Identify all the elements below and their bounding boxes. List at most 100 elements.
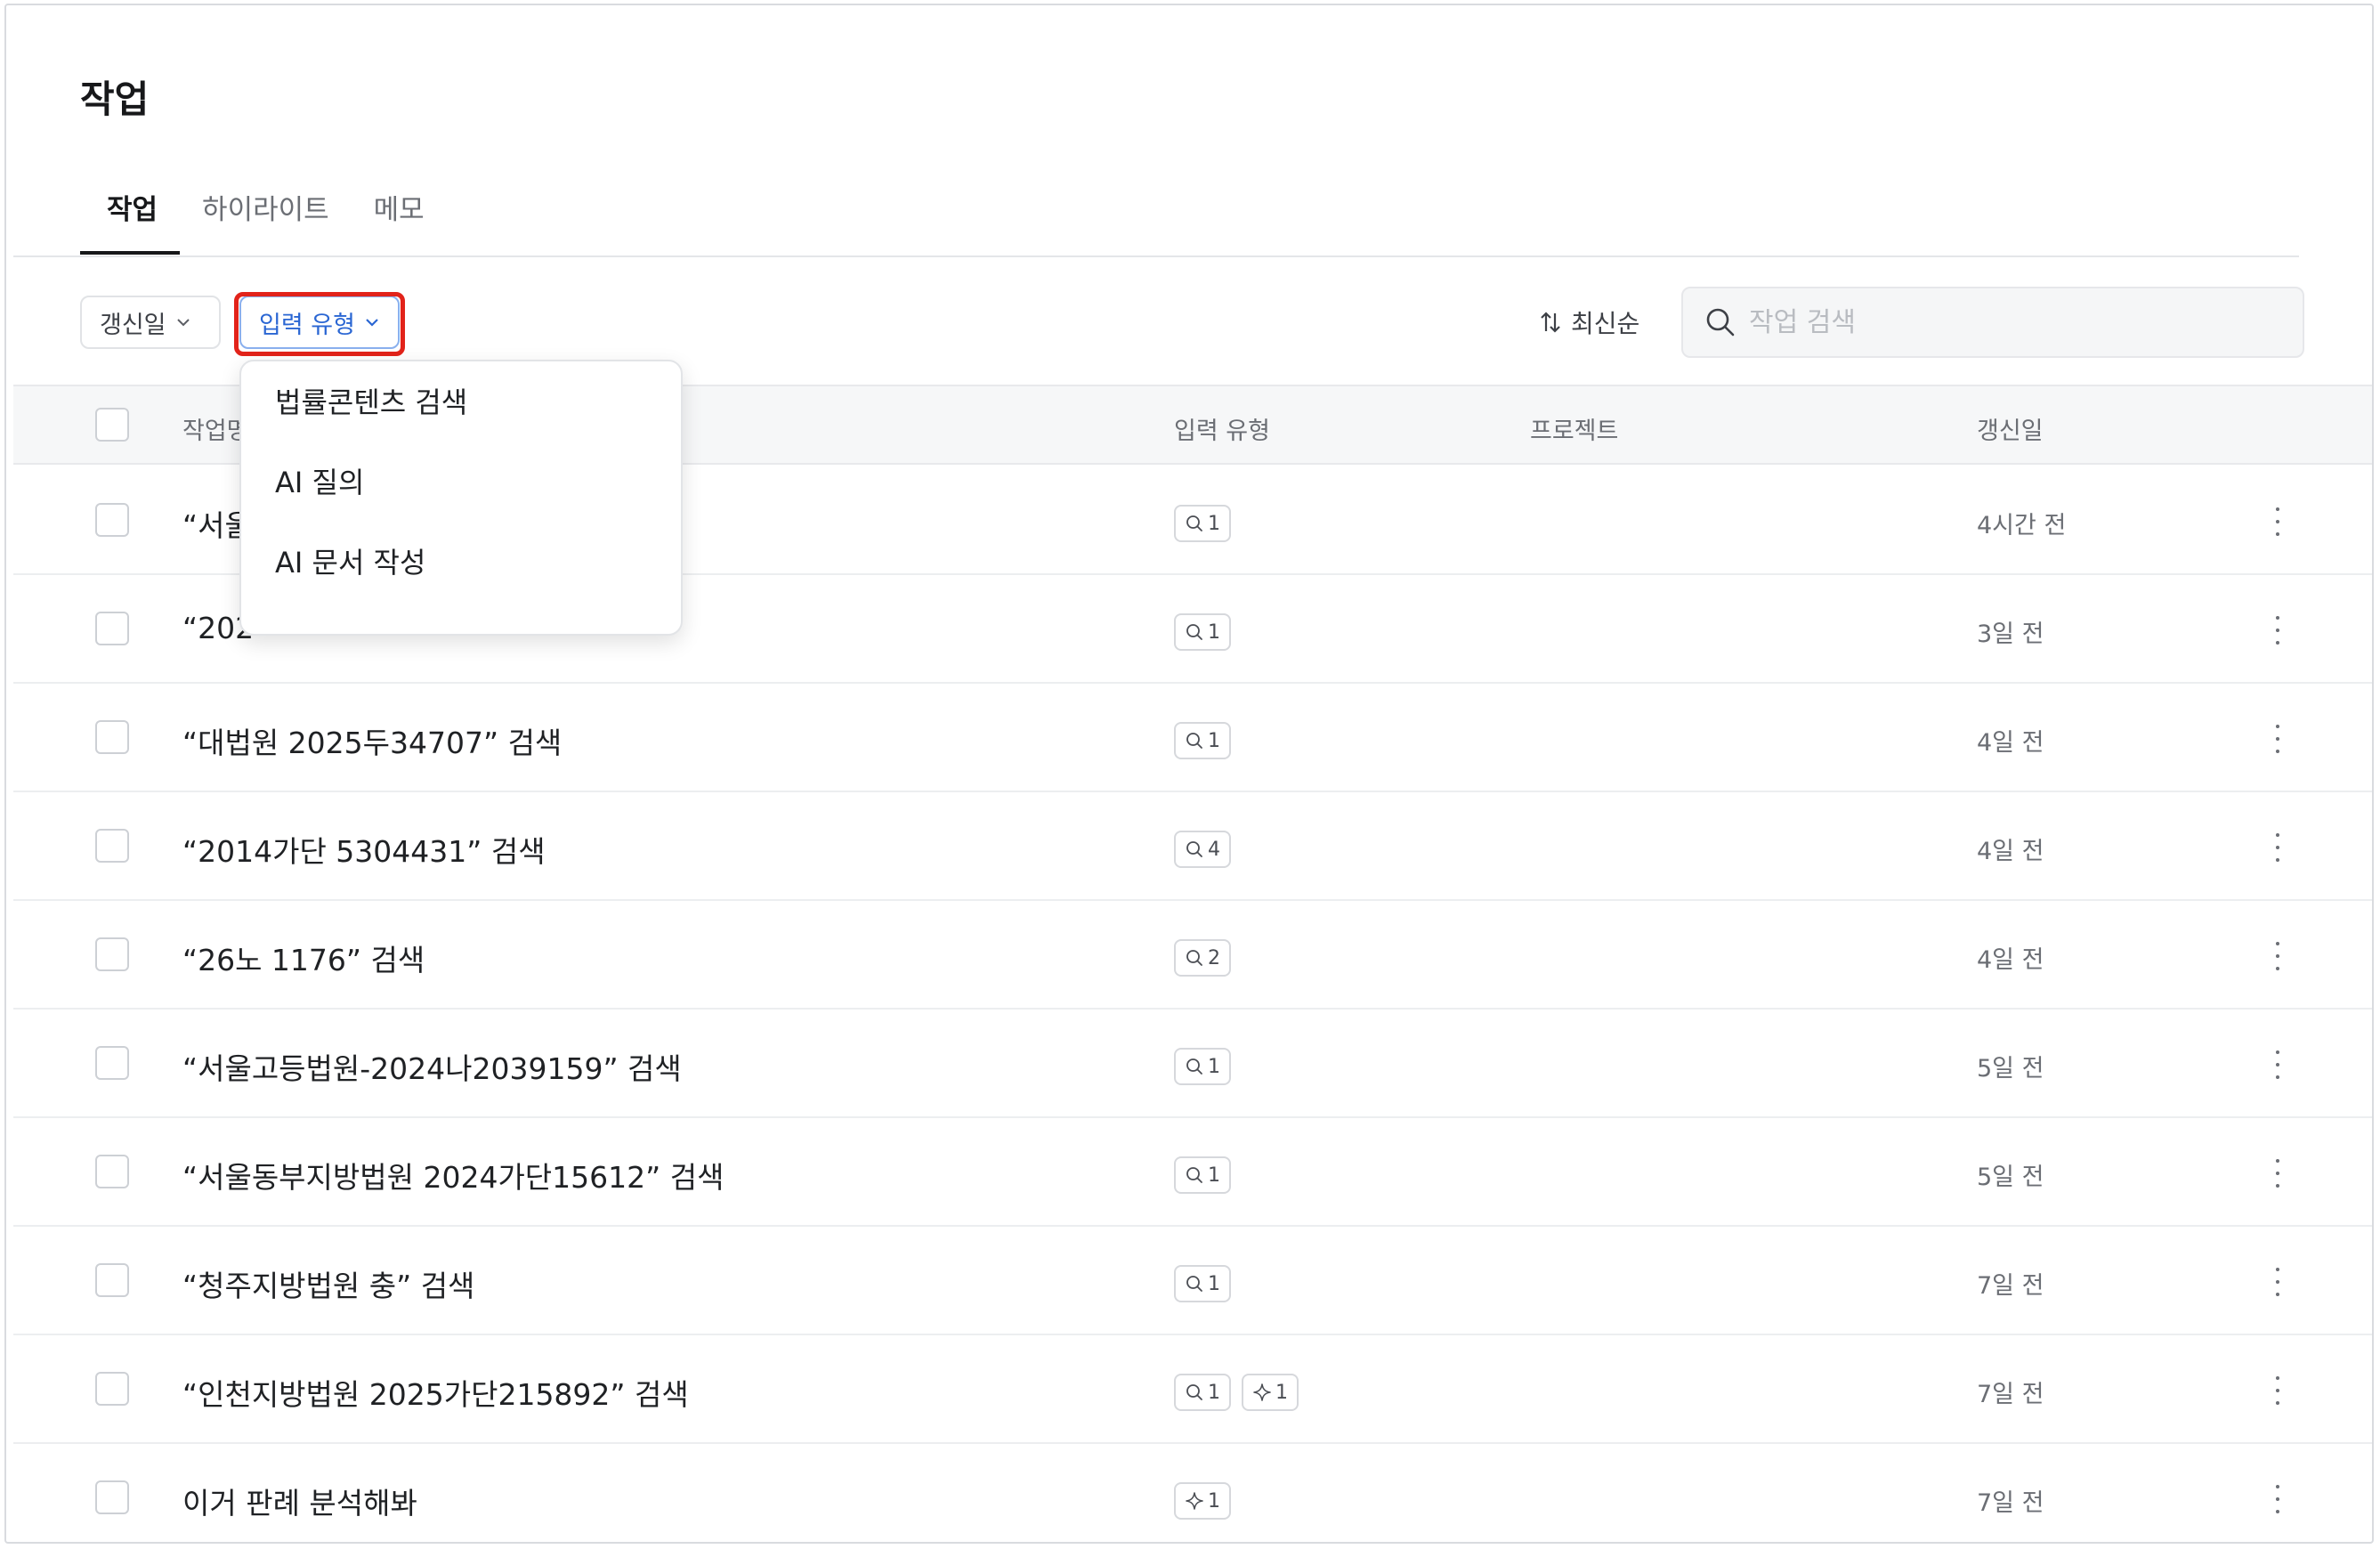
- search-icon: [1185, 622, 1204, 642]
- search-input[interactable]: [1749, 306, 2247, 338]
- tag-count: 1: [1208, 729, 1220, 752]
- updated-date: 4일 전: [1977, 729, 2044, 757]
- more-options-icon[interactable]: [2269, 1268, 2287, 1296]
- sort-button[interactable]: 최신순: [1539, 303, 1639, 342]
- tab-bar: 작업 하이라이트 메모: [80, 183, 447, 255]
- row-checkbox[interactable]: [95, 1046, 129, 1080]
- more-options-icon[interactable]: [2269, 833, 2287, 862]
- table-row[interactable]: “청주지방법원 충” 검색 1 7일 전: [13, 1227, 2372, 1335]
- dropdown-item-ai-query[interactable]: AI 질의: [241, 465, 681, 545]
- more-options-icon[interactable]: [2269, 507, 2287, 536]
- chevron-down-icon: [366, 319, 378, 327]
- search-icon: [1185, 1057, 1204, 1076]
- table-row[interactable]: “대법원 2025두34707” 검색 1 4일 전: [13, 684, 2372, 792]
- input-type-tag: 1: [1174, 613, 1231, 651]
- tab-memos[interactable]: 메모: [352, 183, 447, 255]
- table-row[interactable]: 이거 판례 분석해봐 1 7일 전: [13, 1444, 2372, 1542]
- input-type-tag: 1: [1174, 1156, 1231, 1194]
- updated-date: 4시간 전: [1977, 512, 2067, 539]
- dropdown-item-legal-search[interactable]: 법률콘텐츠 검색: [241, 385, 681, 465]
- row-checkbox[interactable]: [95, 1372, 129, 1406]
- row-checkbox[interactable]: [95, 1263, 129, 1297]
- row-checkbox[interactable]: [95, 720, 129, 754]
- more-options-icon[interactable]: [2269, 1050, 2287, 1079]
- input-type-tags: 11: [1174, 1374, 1299, 1411]
- more-options-icon[interactable]: [2269, 725, 2287, 753]
- input-type-tag: 1: [1174, 722, 1231, 759]
- table-row[interactable]: “서울동부지방법원 2024가단15612” 검색 1 5일 전: [13, 1118, 2372, 1227]
- search-icon: [1185, 731, 1204, 750]
- more-options-icon[interactable]: [2269, 1485, 2287, 1513]
- input-type-tags: 2: [1174, 939, 1231, 977]
- tab-highlights[interactable]: 하이라이트: [180, 183, 352, 255]
- input-type-dropdown: 법률콘텐츠 검색 AI 질의 AI 문서 작성: [239, 360, 683, 636]
- sparkle-icon: [1252, 1383, 1272, 1402]
- tag-count: 1: [1275, 1381, 1288, 1404]
- task-title[interactable]: “서울동부지방법원 2024가단15612” 검색: [182, 1154, 724, 1196]
- task-title[interactable]: “2014가단 5304431” 검색: [182, 828, 546, 871]
- tag-count: 1: [1208, 620, 1220, 644]
- table-row[interactable]: “26노 1176” 검색 2 4일 전: [13, 901, 2372, 1010]
- tag-count: 1: [1208, 1489, 1220, 1513]
- task-title[interactable]: “청주지방법원 충” 검색: [182, 1262, 474, 1305]
- tag-count: 1: [1208, 1381, 1220, 1404]
- table-row[interactable]: “2014가단 5304431” 검색 4 4일 전: [13, 792, 2372, 901]
- task-title[interactable]: “서울고등법원-2024나2039159” 검색: [182, 1045, 682, 1088]
- row-checkbox[interactable]: [95, 1480, 129, 1514]
- updated-date: 4일 전: [1977, 946, 2044, 974]
- select-all-checkbox[interactable]: [95, 408, 129, 442]
- date-filter-label: 갱신일: [100, 311, 166, 339]
- input-type-filter-button[interactable]: 입력 유형: [239, 296, 400, 349]
- updated-date: 5일 전: [1977, 1055, 2044, 1083]
- task-title[interactable]: “인천지방법원 2025가단215892” 검색: [182, 1371, 689, 1414]
- row-checkbox[interactable]: [95, 937, 129, 971]
- tag-count: 4: [1208, 838, 1220, 861]
- search-icon: [1185, 839, 1204, 859]
- column-header-input-type: 입력 유형: [1174, 418, 1270, 445]
- updated-date: 5일 전: [1977, 1164, 2044, 1191]
- tag-count: 1: [1208, 1055, 1220, 1078]
- input-type-tag: 1: [1174, 1482, 1231, 1520]
- search-icon: [1185, 1383, 1204, 1402]
- updated-date: 4일 전: [1977, 838, 2044, 865]
- input-type-tags: 1: [1174, 1265, 1231, 1302]
- input-type-tags: 1: [1174, 613, 1231, 651]
- date-filter-button[interactable]: 갱신일: [80, 296, 221, 349]
- more-options-icon[interactable]: [2269, 1159, 2287, 1188]
- tag-count: 1: [1208, 1272, 1220, 1295]
- row-checkbox[interactable]: [95, 503, 129, 537]
- more-options-icon[interactable]: [2269, 942, 2287, 970]
- task-title[interactable]: 이거 판례 분석해봐: [182, 1480, 417, 1522]
- tab-divider: [13, 255, 2299, 257]
- search-icon: [1706, 308, 1735, 337]
- more-options-icon[interactable]: [2269, 1376, 2287, 1405]
- sort-icon: [1541, 312, 1560, 333]
- updated-date: 7일 전: [1977, 1381, 2044, 1408]
- task-title[interactable]: “26노 1176” 검색: [182, 937, 425, 979]
- search-icon: [1185, 514, 1204, 533]
- tag-count: 1: [1208, 512, 1220, 535]
- sort-label: 최신순: [1571, 309, 1640, 338]
- dropdown-item-ai-document[interactable]: AI 문서 작성: [241, 545, 681, 625]
- task-title[interactable]: “대법원 2025두34707” 검색: [182, 719, 562, 762]
- chevron-down-icon: [176, 319, 190, 327]
- input-type-tags: 1: [1174, 505, 1231, 542]
- tab-tasks[interactable]: 작업: [80, 183, 181, 255]
- row-checkbox[interactable]: [95, 612, 129, 645]
- page-title: 작업: [80, 77, 150, 121]
- input-type-tag: 4: [1174, 831, 1231, 868]
- row-checkbox[interactable]: [95, 829, 129, 863]
- search-icon: [1185, 1274, 1204, 1294]
- input-type-tags: 4: [1174, 831, 1231, 868]
- search-box[interactable]: [1681, 287, 2304, 358]
- input-type-tag: 1: [1174, 1265, 1231, 1302]
- row-checkbox[interactable]: [95, 1155, 129, 1188]
- table-row[interactable]: “서울고등법원-2024나2039159” 검색 1 5일 전: [13, 1010, 2372, 1118]
- input-type-tag: 1: [1174, 1048, 1231, 1085]
- input-type-tag: 1: [1174, 1374, 1231, 1411]
- input-type-filter-label: 입력 유형: [259, 311, 355, 339]
- table-row[interactable]: “인천지방법원 2025가단215892” 검색 1 1 7일 전: [13, 1335, 2372, 1444]
- updated-date: 3일 전: [1977, 620, 2044, 648]
- more-options-icon[interactable]: [2269, 616, 2287, 645]
- input-type-tag: 1: [1174, 505, 1231, 542]
